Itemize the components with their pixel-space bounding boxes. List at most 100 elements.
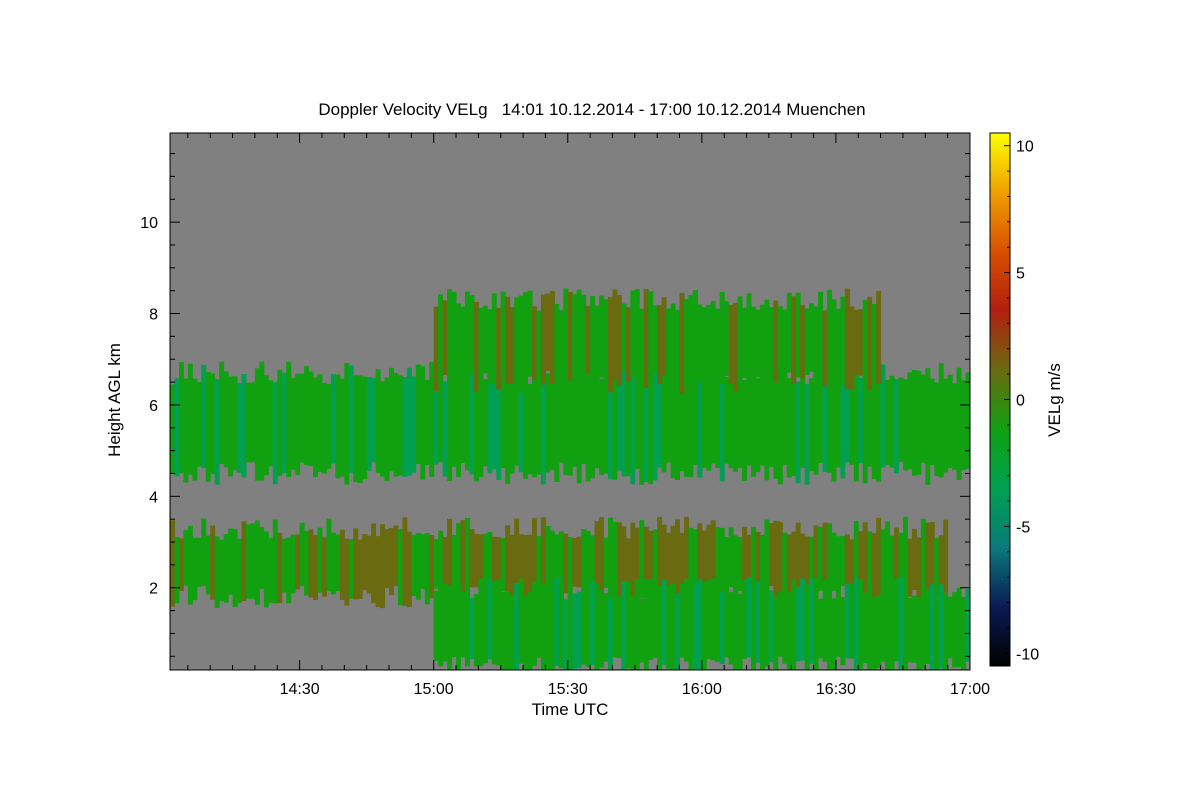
echo-strip (518, 578, 524, 664)
echo-strip (268, 380, 274, 467)
colorbar-label: VELg m/s (1045, 363, 1064, 437)
echo-strip (388, 367, 394, 472)
echo-strip (456, 379, 462, 478)
echo-strip (768, 307, 774, 390)
echo-strip (482, 305, 488, 374)
echo-strip (777, 521, 783, 595)
echo-strip (464, 583, 470, 667)
echo-strip (259, 526, 265, 589)
echo-strip (603, 370, 609, 474)
echo-strip (210, 525, 216, 600)
colorbar-tick-label: 0 (1016, 393, 1025, 410)
echo-strip (782, 589, 788, 664)
echo-strip (268, 537, 274, 603)
echo-strip (826, 591, 832, 670)
echo-strip (567, 291, 573, 381)
echo-strip (822, 579, 828, 662)
echo-strip (228, 376, 234, 477)
echo-strip (313, 535, 318, 600)
echo-strip (938, 363, 944, 478)
echo-strip (603, 593, 609, 662)
echo-strip (286, 537, 292, 604)
echo-strip (742, 579, 748, 659)
echo-strip (558, 586, 564, 669)
echo-strip (692, 529, 698, 589)
echo-strip (505, 372, 511, 484)
echo-strip (558, 365, 564, 463)
cloud-layer (433, 576, 971, 670)
echo-strip (634, 289, 640, 380)
echo-strip (706, 580, 712, 659)
echo-strip (862, 299, 868, 393)
echo-strip (482, 379, 488, 467)
echo-strip (545, 293, 551, 371)
echo-strip (956, 367, 962, 480)
echo-strip (317, 527, 323, 593)
echo-strip (393, 373, 399, 477)
echo-strip (420, 366, 426, 480)
y-axis-label: Height AGL km (105, 343, 124, 457)
echo-strip (724, 599, 730, 658)
echo-strip (563, 599, 569, 670)
echo-strip (652, 368, 658, 481)
echo-strip (764, 597, 770, 667)
y-tick-label: 2 (149, 581, 158, 598)
echo-strip (518, 295, 524, 393)
echo-strip (500, 291, 506, 375)
echo-strip (818, 598, 824, 659)
echo-strip (858, 378, 864, 464)
echo-strip (321, 537, 327, 597)
echo-strip (576, 377, 582, 484)
echo-strip (728, 527, 734, 588)
echo-strip (496, 308, 502, 390)
x-tick-label: 15:00 (414, 681, 454, 698)
echo-strip (639, 598, 645, 663)
echo-strip (505, 591, 511, 670)
echo-strip (688, 294, 694, 386)
echo-strip (187, 363, 193, 475)
echo-strip (710, 578, 716, 661)
echo-strip (733, 595, 739, 670)
echo-strip (299, 522, 305, 587)
echo-strip (380, 381, 386, 477)
echo-strip (961, 379, 967, 471)
echo-strip (764, 382, 770, 481)
echo-strip (920, 582, 926, 669)
echo-strip (237, 383, 243, 473)
echo-strip (876, 517, 882, 605)
echo-strip (536, 588, 542, 658)
echo-strip (603, 299, 609, 377)
echo-strip (451, 587, 457, 658)
echo-strip (831, 299, 837, 379)
echo-strip (590, 581, 596, 666)
echo-strip (791, 579, 797, 670)
echo-strip (911, 369, 917, 476)
echo-strip (800, 305, 806, 379)
echo-strip (317, 374, 323, 472)
echo-strip (688, 372, 694, 478)
echo-strip (621, 370, 627, 477)
echo-strip (523, 595, 529, 670)
echo-strip (894, 379, 899, 474)
echo-strip (840, 372, 846, 479)
echo-strip (366, 535, 372, 594)
echo-strip (768, 523, 774, 586)
echo-strip (728, 592, 734, 665)
echo-strip (670, 583, 676, 670)
echo-strip (581, 528, 587, 587)
echo-strip (929, 378, 935, 466)
echo-strip (523, 292, 529, 378)
echo-strip (505, 296, 511, 384)
colorbar-tick-label: -10 (1016, 646, 1039, 663)
echo-strip (514, 583, 520, 670)
echo-strip (755, 581, 761, 663)
colorbar-tick-label: 5 (1016, 266, 1025, 283)
echo-strip (330, 374, 336, 464)
echo-strip (666, 585, 672, 669)
echo-strip (438, 587, 444, 667)
echo-strip (371, 523, 377, 604)
echo-strip (643, 288, 649, 388)
echo-strip (344, 538, 350, 606)
echo-strip (585, 364, 591, 482)
echo-strip (545, 373, 551, 473)
